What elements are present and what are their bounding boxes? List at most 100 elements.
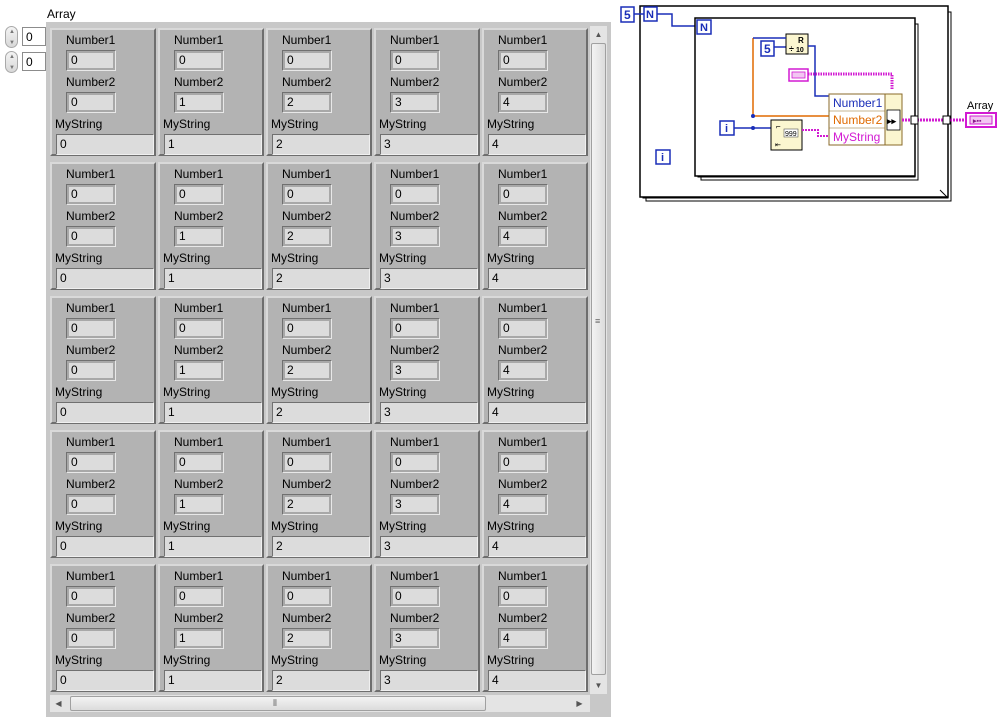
number2-value[interactable]: 1: [177, 631, 221, 646]
mystring-field[interactable]: 2: [272, 134, 370, 155]
number1-value[interactable]: 0: [501, 455, 545, 470]
number2-value[interactable]: 4: [501, 363, 545, 378]
number2-value[interactable]: 1: [177, 95, 221, 110]
number2-field[interactable]: 2: [282, 628, 332, 649]
array-index-row[interactable]: ▲ ▼ 0: [5, 26, 46, 48]
number1-value[interactable]: 0: [501, 187, 545, 202]
number2-field[interactable]: 1: [174, 92, 224, 113]
mystring-field[interactable]: 2: [272, 536, 370, 557]
index-row-value[interactable]: 0: [22, 27, 46, 46]
number2-field[interactable]: 2: [282, 92, 332, 113]
mystring-field[interactable]: 3: [380, 536, 478, 557]
number2-value[interactable]: 1: [177, 363, 221, 378]
number2-value[interactable]: 3: [393, 95, 437, 110]
number1-field[interactable]: 0: [390, 50, 440, 71]
format-into-string-icon[interactable]: ⌐ 999 ⇤: [770, 119, 803, 151]
vertical-scroll-thumb[interactable]: ≡: [591, 43, 606, 675]
mystring-field[interactable]: 1: [164, 402, 262, 423]
number2-value[interactable]: 3: [393, 363, 437, 378]
number1-field[interactable]: 0: [174, 50, 224, 71]
number1-value[interactable]: 0: [393, 321, 437, 336]
number2-value[interactable]: 0: [69, 363, 113, 378]
mystring-field[interactable]: 2: [272, 402, 370, 423]
number2-value[interactable]: 4: [501, 95, 545, 110]
scroll-up-arrow-icon[interactable]: ▲: [590, 26, 607, 43]
random-number-icon[interactable]: R ÷ 10: [785, 33, 809, 55]
mystring-field[interactable]: 0: [56, 402, 154, 423]
number2-field[interactable]: 0: [66, 92, 116, 113]
number2-value[interactable]: 0: [69, 631, 113, 646]
number2-field[interactable]: 0: [66, 226, 116, 247]
mystring-field[interactable]: 3: [380, 402, 478, 423]
number1-value[interactable]: 0: [393, 53, 437, 68]
number2-field[interactable]: 2: [282, 360, 332, 381]
empty-string-constant[interactable]: [788, 68, 809, 82]
number2-field[interactable]: 4: [498, 226, 548, 247]
number2-field[interactable]: 0: [66, 360, 116, 381]
mystring-field[interactable]: 3: [380, 670, 478, 691]
number1-field[interactable]: 0: [66, 452, 116, 473]
mystring-field[interactable]: 1: [164, 536, 262, 557]
number1-field[interactable]: 0: [498, 184, 548, 205]
scroll-right-arrow-icon[interactable]: ▶: [571, 695, 588, 712]
vertical-scrollbar[interactable]: ▲ ≡ ▼: [590, 26, 607, 694]
index-col-value[interactable]: 0: [22, 52, 46, 71]
number2-field[interactable]: 3: [390, 628, 440, 649]
number1-field[interactable]: 0: [390, 586, 440, 607]
number2-value[interactable]: 4: [501, 631, 545, 646]
number1-field[interactable]: 0: [498, 50, 548, 71]
index-row-stepper[interactable]: ▲ ▼: [5, 26, 18, 48]
number1-field[interactable]: 0: [66, 184, 116, 205]
number1-value[interactable]: 0: [393, 589, 437, 604]
number2-field[interactable]: 4: [498, 628, 548, 649]
number1-field[interactable]: 0: [174, 184, 224, 205]
mystring-field[interactable]: 2: [272, 670, 370, 691]
number1-field[interactable]: 0: [174, 318, 224, 339]
number1-value[interactable]: 0: [177, 455, 221, 470]
number2-value[interactable]: 3: [393, 497, 437, 512]
number1-value[interactable]: 0: [177, 589, 221, 604]
number1-value[interactable]: 0: [285, 455, 329, 470]
number2-value[interactable]: 0: [69, 229, 113, 244]
number2-field[interactable]: 4: [498, 92, 548, 113]
number1-value[interactable]: 0: [285, 321, 329, 336]
mystring-field[interactable]: 1: [164, 268, 262, 289]
number2-value[interactable]: 0: [69, 497, 113, 512]
number1-field[interactable]: 0: [498, 586, 548, 607]
index-col-stepper[interactable]: ▲ ▼: [5, 51, 18, 73]
number1-value[interactable]: 0: [393, 455, 437, 470]
bundle-by-name-node[interactable]: Number1 Number2 MyString ▸▸: [828, 93, 903, 146]
number2-field[interactable]: 4: [498, 360, 548, 381]
number1-value[interactable]: 0: [69, 321, 113, 336]
number1-field[interactable]: 0: [390, 452, 440, 473]
number2-value[interactable]: 1: [177, 497, 221, 512]
number1-value[interactable]: 0: [177, 321, 221, 336]
mystring-field[interactable]: 4: [488, 402, 586, 423]
number1-field[interactable]: 0: [282, 50, 332, 71]
number2-value[interactable]: 2: [285, 497, 329, 512]
number1-field[interactable]: 0: [282, 586, 332, 607]
number2-value[interactable]: 3: [393, 229, 437, 244]
outer-count-constant[interactable]: 5: [620, 6, 635, 23]
number2-value[interactable]: 0: [69, 95, 113, 110]
number2-value[interactable]: 4: [501, 229, 545, 244]
horizontal-scroll-thumb[interactable]: ⦀: [70, 696, 486, 711]
number1-value[interactable]: 0: [285, 53, 329, 68]
mystring-field[interactable]: 3: [380, 268, 478, 289]
number1-field[interactable]: 0: [498, 452, 548, 473]
number2-field[interactable]: 4: [498, 494, 548, 515]
number2-field[interactable]: 1: [174, 494, 224, 515]
number1-field[interactable]: 0: [498, 318, 548, 339]
mystring-field[interactable]: 1: [164, 670, 262, 691]
number2-field[interactable]: 1: [174, 628, 224, 649]
number2-value[interactable]: 3: [393, 631, 437, 646]
number1-field[interactable]: 0: [282, 318, 332, 339]
number2-value[interactable]: 2: [285, 631, 329, 646]
mystring-field[interactable]: 4: [488, 670, 586, 691]
number1-field[interactable]: 0: [66, 586, 116, 607]
mystring-field[interactable]: 4: [488, 268, 586, 289]
number1-value[interactable]: 0: [501, 589, 545, 604]
number2-field[interactable]: 0: [66, 628, 116, 649]
number2-value[interactable]: 2: [285, 95, 329, 110]
number1-value[interactable]: 0: [285, 187, 329, 202]
